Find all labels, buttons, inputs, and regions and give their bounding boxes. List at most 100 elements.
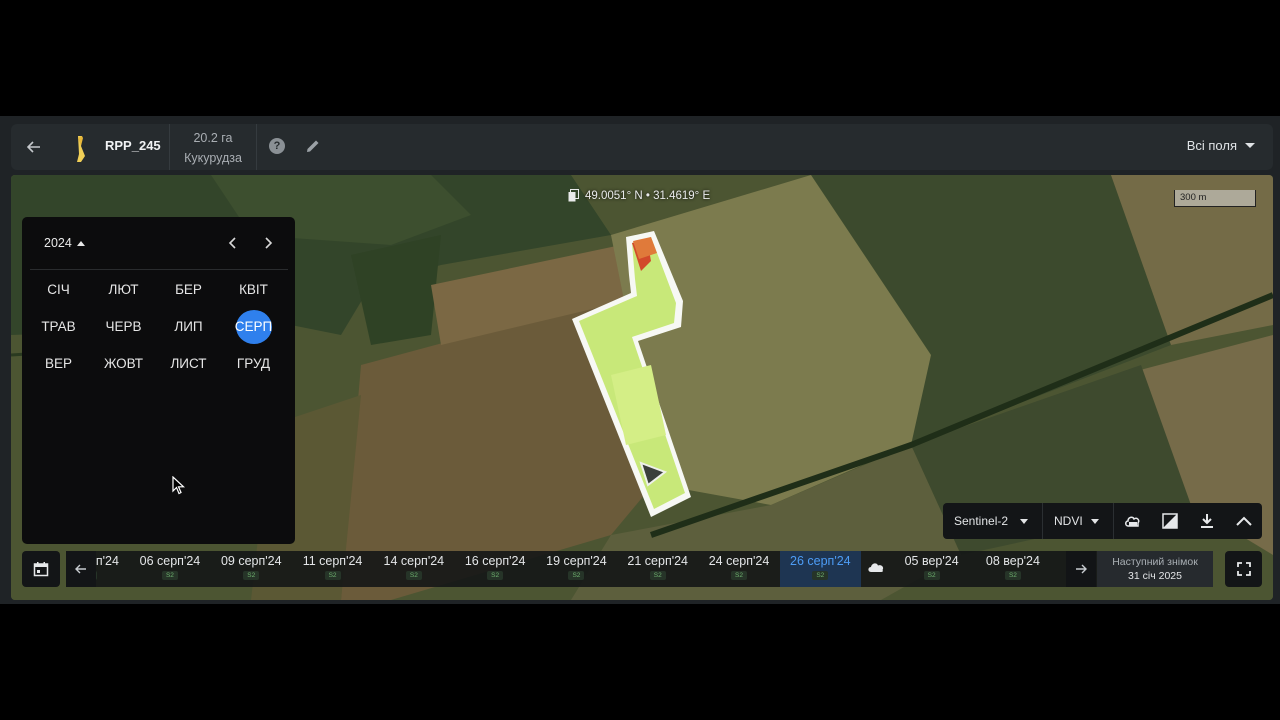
all-fields-dropdown[interactable]: Всі поля [1187, 138, 1255, 153]
date-label: 08 вер'24 [985, 554, 1040, 568]
field-info: 20.2 га Кукурудза [169, 128, 257, 168]
layer-controls: Sentinel-2 NDVI [943, 503, 1262, 539]
index-select[interactable]: NDVI [1043, 503, 1114, 539]
all-fields-label: Всі поля [1186, 138, 1237, 153]
timeline-date[interactable]: 01 серп'24 S2 [96, 551, 129, 587]
month-label: ЛИСТ [170, 356, 207, 371]
date-label: 19 серп'24 [546, 554, 607, 568]
satellite-badge: S2 [487, 571, 504, 580]
date-label: 26 серп'24 [790, 554, 851, 568]
chevron-down-icon [1245, 143, 1255, 148]
date-label: 01 серп'24 [96, 554, 119, 568]
chevron-right-icon[interactable] [259, 232, 279, 254]
month-label: СІЧ [47, 282, 70, 297]
month-label: ГРУД [236, 356, 271, 371]
chevron-up-icon[interactable] [1225, 503, 1262, 539]
index-value: NDVI [1054, 514, 1083, 528]
next-image-date: 31 січ 2025 [1128, 570, 1182, 582]
satellite-badge: S2 [243, 571, 260, 580]
timeline-date[interactable]: 16 серп'24 S2 [454, 551, 535, 587]
mouse-cursor-icon [172, 476, 186, 495]
field-crop: Кукурудза [184, 151, 242, 165]
back-arrow-icon[interactable] [21, 134, 47, 160]
date-label: 06 серп'24 [139, 554, 201, 568]
month-label: КВІТ [239, 282, 268, 297]
month-jan[interactable]: СІЧ [26, 271, 91, 308]
timeline-date[interactable]: 06 серп'24 S2 [129, 551, 210, 587]
satellite-badge: S2 [405, 571, 422, 580]
timeline-date[interactable]: 05 вер'24 S2 [891, 551, 972, 587]
image-timeline: 01 серп'24 S2 06 серп'24 S2 09 серп'24 S2 1… [22, 551, 1262, 587]
pencil-edit-icon[interactable] [304, 137, 322, 155]
month-label: СЕРП [235, 309, 272, 344]
arrow-left-icon[interactable] [66, 551, 96, 587]
divider [256, 124, 257, 170]
month-may[interactable]: ТРАВ [26, 308, 91, 345]
fullscreen-icon[interactable] [1225, 551, 1262, 587]
month-jul[interactable]: ЛИП [156, 308, 221, 345]
timeline-strip: 01 серп'24 S2 06 серп'24 S2 09 серп'24 S2 1… [96, 551, 1097, 587]
satellite-badge: S2 [923, 571, 940, 580]
chevron-down-icon [1091, 518, 1099, 524]
date-label: 24 серп'24 [708, 554, 770, 568]
date-label: 11 серп'24 [302, 554, 363, 568]
satellite-source-value: Sentinel-2 [954, 514, 1009, 528]
satellite-badge: S2 [96, 571, 97, 580]
timeline-date[interactable]: 19 серп'24 S2 [536, 551, 617, 587]
help-icon[interactable]: ? [269, 138, 285, 154]
cloud-filter-icon[interactable] [1114, 503, 1151, 539]
month-sep[interactable]: ВЕР [26, 345, 91, 382]
satellite-badge: S2 [568, 571, 585, 580]
month-aug-selected[interactable]: СЕРП [221, 308, 286, 345]
month-mar[interactable]: БЕР [156, 271, 221, 308]
timeline-date[interactable]: 11 серп'24 S2 [292, 551, 373, 587]
month-oct[interactable]: ЖОВТ [91, 345, 156, 382]
month-dec[interactable]: ГРУД [221, 345, 286, 382]
download-icon[interactable] [1188, 503, 1225, 539]
month-apr[interactable]: КВІТ [221, 271, 286, 308]
satellite-badge: S2 [812, 571, 829, 580]
next-image-info: Наступний знімок 31 січ 2025 [1097, 551, 1213, 587]
date-label: 09 серп'24 [220, 554, 282, 568]
month-label: ЖОВТ [103, 356, 144, 371]
month-label: ТРАВ [41, 319, 76, 334]
chevron-down-icon [1020, 518, 1028, 524]
satellite-badge: S2 [161, 571, 178, 580]
date-label: 05 вер'24 [904, 554, 959, 568]
satellite-badge: S2 [324, 571, 341, 580]
month-jun[interactable]: ЧЕРВ [91, 308, 156, 345]
timeline-date[interactable]: 09 серп'24 S2 [211, 551, 292, 587]
year-selector[interactable]: 2024 [44, 236, 85, 250]
divider [30, 269, 288, 270]
chevron-left-icon[interactable] [222, 232, 242, 254]
calendar-icon[interactable] [22, 551, 60, 587]
next-image-label: Наступний знімок [1112, 556, 1198, 568]
field-header: RPP_245 20.2 га Кукурудза ? Всі поля [11, 124, 1273, 170]
timeline-date[interactable]: 08 вер'24 S2 [972, 551, 1053, 587]
satellite-source-select[interactable]: Sentinel-2 [943, 503, 1043, 539]
coordinates-readout: 49.0051° N • 31.4619° E [568, 189, 710, 202]
month-nov[interactable]: ЛИСТ [156, 345, 221, 382]
month-label: ЛИП [174, 319, 203, 334]
satellite-badge: S2 [1004, 571, 1021, 580]
corn-crop-icon [69, 134, 91, 164]
month-label: ВЕР [44, 356, 72, 371]
month-feb[interactable]: ЛЮТ [91, 271, 156, 308]
arrow-right-icon[interactable] [1066, 551, 1096, 587]
satellite-badge: S2 [649, 571, 666, 580]
copy-icon[interactable] [568, 189, 579, 202]
image-compare-icon[interactable] [1151, 503, 1188, 539]
date-label: 21 серп'24 [627, 554, 689, 568]
field-area: 20.2 га [193, 131, 233, 145]
timeline-date-selected[interactable]: 26 серп'24 S2 [779, 551, 861, 587]
month-picker-panel: 2024 СІЧ ЛЮТ БЕР КВІТ ТРАВ ЧЕРВ ЛИП СЕРП… [22, 217, 295, 544]
coordinates-text: 49.0051° N • 31.4619° E [585, 189, 711, 202]
field-name: RPP_245 [105, 138, 161, 153]
timeline-date[interactable]: 21 серп'24 S2 [617, 551, 698, 587]
timeline-date[interactable]: 24 серп'24 S2 [698, 551, 779, 587]
month-label: ЧЕРВ [105, 319, 142, 334]
timeline-date[interactable]: 14 серп'24 S2 [373, 551, 454, 587]
month-grid: СІЧ ЛЮТ БЕР КВІТ ТРАВ ЧЕРВ ЛИП СЕРП ВЕР … [22, 271, 295, 382]
date-label: 16 серп'24 [464, 554, 526, 568]
timeline-items: 01 серп'24 S2 06 серп'24 S2 09 серп'24 S2 1… [96, 551, 1054, 587]
